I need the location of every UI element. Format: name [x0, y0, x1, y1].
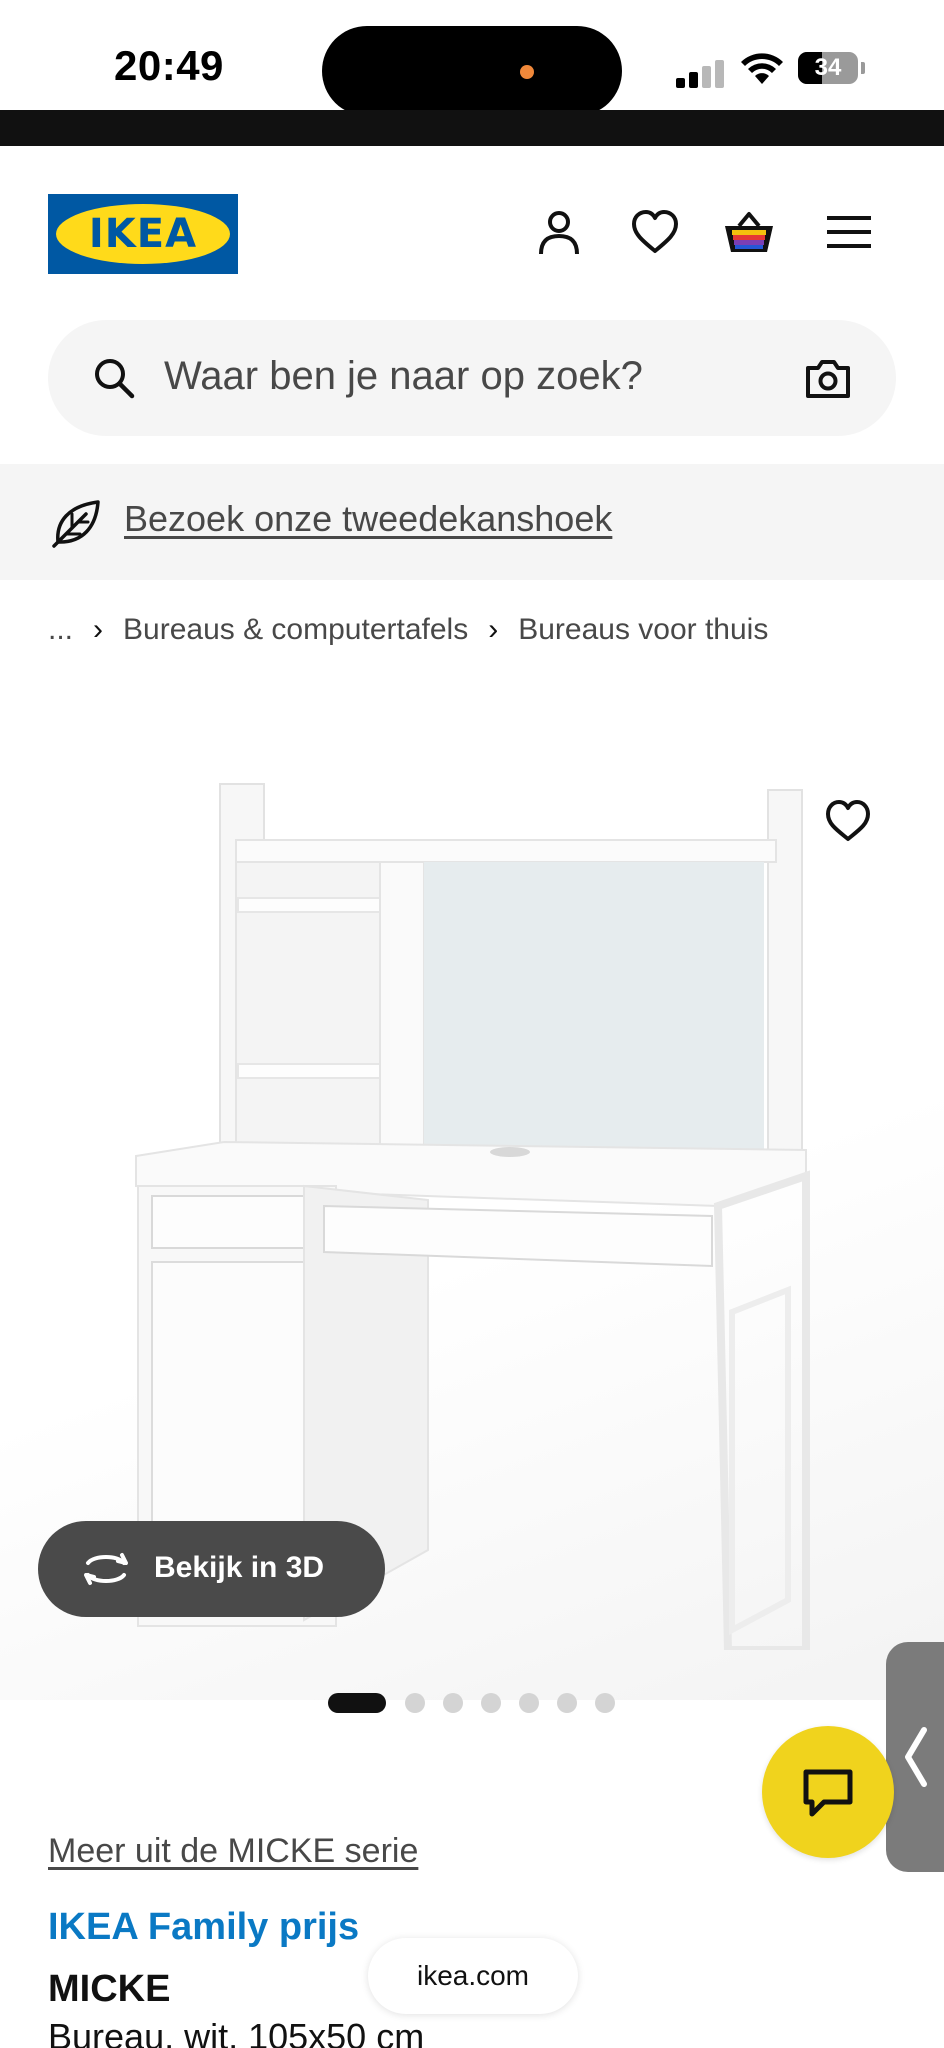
rotate-3d-icon — [84, 1553, 128, 1585]
carousel-dot[interactable] — [519, 1693, 539, 1713]
wifi-icon — [741, 53, 783, 84]
logo-text: IKEA — [88, 211, 198, 257]
search-bar[interactable]: Waar ben je naar op zoek? — [48, 320, 896, 436]
heart-icon[interactable] — [629, 206, 681, 258]
battery-cap — [861, 62, 865, 74]
view-in-3d-button[interactable]: Bekijk in 3D — [38, 1521, 385, 1617]
product-description: Bureau, wit, 105x50 cm — [48, 2016, 425, 2048]
chat-button[interactable] — [762, 1726, 894, 1858]
status-bar: 20:49 34 — [0, 0, 944, 116]
dynamic-island — [322, 26, 622, 116]
camera-icon[interactable] — [804, 356, 852, 400]
breadcrumb-item-desks-computer-tables[interactable]: Bureaus & computertafels — [123, 613, 468, 647]
user-icon[interactable] — [533, 206, 585, 258]
carousel-dot[interactable] — [481, 1693, 501, 1713]
carousel-dot[interactable] — [328, 1693, 386, 1713]
breadcrumb: ... › Bureaus & computertafels › Bureaus… — [48, 610, 768, 650]
heart-icon — [826, 800, 870, 841]
menu-icon[interactable] — [823, 206, 875, 258]
carousel-dot[interactable] — [405, 1693, 425, 1713]
chevron-right-icon: › — [488, 613, 499, 646]
top-promo-strip — [0, 110, 944, 146]
second-chance-link[interactable]: Bezoek onze tweedekanshoek — [124, 498, 612, 540]
cellular-signal-icon — [676, 60, 726, 88]
carousel-dot[interactable] — [557, 1693, 577, 1713]
carousel-dot[interactable] — [443, 1693, 463, 1713]
chevron-left-icon — [905, 1727, 927, 1787]
ikea-logo[interactable]: IKEA — [48, 194, 238, 274]
battery-icon: 34 — [798, 52, 858, 84]
save-to-favourites-button[interactable] — [804, 776, 892, 864]
second-chance-banner[interactable]: Bezoek onze tweedekanshoek — [0, 464, 944, 580]
product-name: MICKE — [48, 1968, 171, 2010]
leaf-icon — [52, 500, 100, 548]
battery-level: 34 — [814, 54, 842, 81]
search-icon — [95, 359, 135, 399]
breadcrumb-ellipsis[interactable]: ... — [48, 613, 73, 647]
product-gallery[interactable]: Bekijk in 3D — [0, 680, 944, 1713]
carousel-dot[interactable] — [595, 1693, 615, 1713]
chevron-right-icon: › — [93, 613, 104, 646]
view-in-3d-label: Bekijk in 3D — [154, 1551, 325, 1584]
search-input[interactable]: Waar ben je naar op zoek? — [164, 354, 643, 399]
chat-bubble-icon — [803, 1769, 853, 1817]
recording-indicator — [520, 65, 534, 79]
product-image-desk — [135, 783, 810, 1650]
series-link[interactable]: Meer uit de MICKE serie — [48, 1832, 418, 1871]
basket-icon[interactable] — [723, 206, 775, 258]
browser-url-bar[interactable]: ikea.com — [368, 1938, 578, 2014]
site-header: IKEA — [0, 146, 944, 306]
breadcrumb-item-home-desks[interactable]: Bureaus voor thuis — [518, 613, 768, 647]
side-drawer-tab[interactable] — [886, 1642, 944, 1872]
status-time: 20:49 — [114, 42, 224, 89]
family-price-label: IKEA Family prijs — [48, 1906, 360, 1948]
